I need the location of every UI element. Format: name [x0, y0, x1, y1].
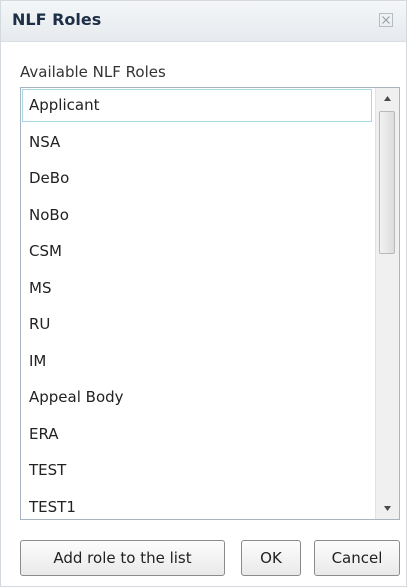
scroll-track[interactable]: [376, 110, 399, 497]
role-list-item[interactable]: RU: [22, 308, 372, 341]
scroll-thumb[interactable]: [379, 111, 395, 254]
scroll-up-button[interactable]: [376, 88, 399, 110]
scroll-down-arrow-icon: [384, 506, 391, 511]
cancel-button[interactable]: Cancel: [314, 540, 400, 576]
ok-button[interactable]: OK: [241, 540, 301, 576]
roles-list-scrollbar[interactable]: [375, 88, 399, 519]
role-list-item[interactable]: ERA: [22, 418, 372, 451]
dialog-title-bar[interactable]: NLF Roles: [1, 1, 406, 42]
role-list-item[interactable]: IM: [22, 345, 372, 378]
available-roles-label: Available NLF Roles: [20, 63, 166, 81]
role-list-item[interactable]: MS: [22, 272, 372, 305]
role-list-item[interactable]: DeBo: [22, 162, 372, 195]
close-icon-graphic: [379, 13, 393, 27]
role-list-item[interactable]: Appeal Body: [22, 381, 372, 414]
nlf-roles-dialog: NLF Roles Available NLF Roles Applicant N…: [0, 0, 407, 587]
role-list-item[interactable]: NoBo: [22, 199, 372, 232]
role-list-item[interactable]: NSA: [22, 126, 372, 159]
role-list-item[interactable]: TEST: [22, 454, 372, 487]
scroll-up-arrow-icon: [384, 96, 391, 101]
role-list-item[interactable]: CSM: [22, 235, 372, 268]
add-role-button[interactable]: Add role to the list: [20, 540, 225, 576]
scroll-down-button[interactable]: [376, 497, 399, 519]
dialog-title: NLF Roles: [12, 10, 102, 29]
role-list-item[interactable]: Applicant: [22, 89, 372, 122]
role-list-item[interactable]: TEST1: [22, 491, 372, 520]
roles-listbox[interactable]: Applicant NSA DeBo NoBo CSM MS RU IM Appeal Body…: [20, 87, 400, 520]
roles-list-items: Applicant NSA DeBo NoBo CSM MS RU IM Appeal Body…: [21, 88, 373, 519]
close-icon[interactable]: [378, 12, 394, 28]
